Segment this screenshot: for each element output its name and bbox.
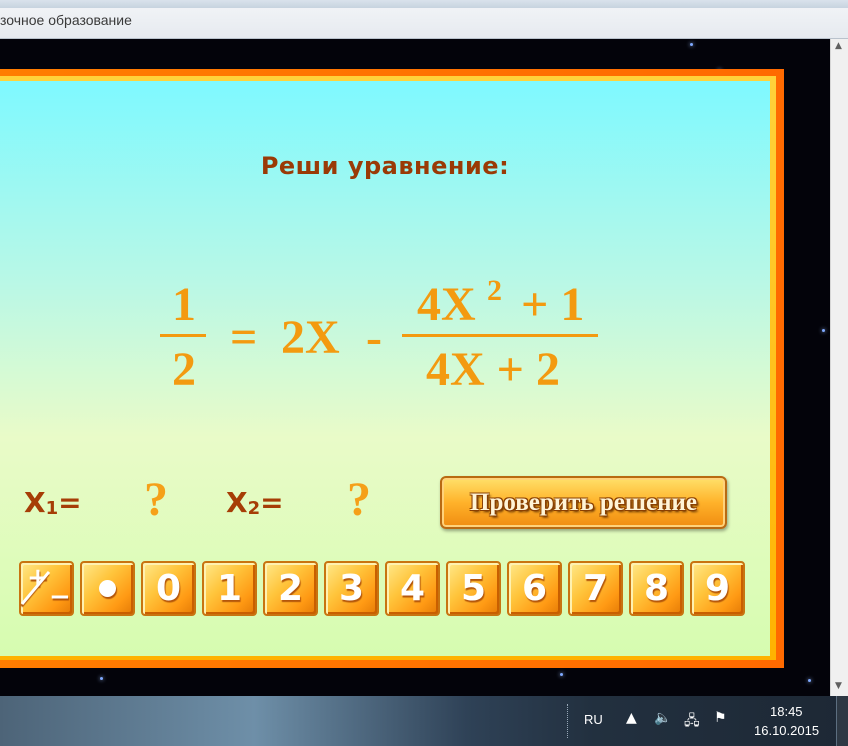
scroll-up-icon[interactable]: ▲ xyxy=(835,41,842,51)
rhs-fraction-bar xyxy=(402,334,598,337)
network-icon[interactable]: 🖧 xyxy=(684,710,700,734)
digit-label: 7 xyxy=(582,568,609,609)
digit-label: 1 xyxy=(216,568,243,609)
lhs-denominator: 2 xyxy=(172,343,196,396)
digit-key-1[interactable]: 1 xyxy=(202,561,257,616)
lhs-numerator: 1 xyxy=(172,278,196,331)
minus-sign: - xyxy=(366,311,382,364)
digit-label: 5 xyxy=(460,568,487,609)
x2-letter: X xyxy=(226,486,248,519)
digit-key-4[interactable]: 4 xyxy=(385,561,440,616)
x2-subscript: 2 xyxy=(247,498,261,519)
x2-label: X2= xyxy=(226,486,284,519)
star xyxy=(808,679,811,682)
language-indicator[interactable]: RU xyxy=(584,712,603,727)
digit-label: 3 xyxy=(338,568,365,609)
show-hidden-icons-icon[interactable]: ▲ xyxy=(626,710,637,726)
star xyxy=(690,43,693,46)
digit-label: 4 xyxy=(399,568,426,609)
rhs-exponent: 2 xyxy=(487,274,502,307)
clock-time[interactable]: 18:45 xyxy=(770,704,803,719)
star xyxy=(100,677,103,680)
x2-answer[interactable]: ? xyxy=(347,472,371,527)
rhs-denominator: 4X + 2 xyxy=(426,343,561,396)
lhs-fraction-bar xyxy=(160,334,206,337)
window-title: зочное образование xyxy=(0,12,132,28)
x1-equals: = xyxy=(58,486,82,519)
action-center-flag-icon[interactable]: ⚑ xyxy=(714,710,727,726)
digit-label: 0 xyxy=(155,568,182,609)
task-prompt: Реши уравнение: xyxy=(260,152,510,180)
digit-key-7[interactable]: 7 xyxy=(568,561,623,616)
x1-answer[interactable]: ? xyxy=(144,472,168,527)
digit-label: 8 xyxy=(643,568,670,609)
tab-bar-edge xyxy=(0,0,848,8)
rhs-numerator-rest: + 1 xyxy=(521,278,585,331)
digit-key-5[interactable]: 5 xyxy=(446,561,501,616)
x1-letter: X xyxy=(24,486,46,519)
check-solution-button[interactable]: Проверить решение xyxy=(440,476,727,529)
digit-label: 9 xyxy=(704,568,731,609)
volume-icon[interactable]: 🔈 xyxy=(654,710,671,726)
equals-sign: = xyxy=(230,311,258,364)
clock-date[interactable]: 16.10.2015 xyxy=(754,723,819,738)
digit-key-0[interactable]: 0 xyxy=(141,561,196,616)
term-2x: 2X xyxy=(281,311,340,364)
digit-key-8[interactable]: 8 xyxy=(629,561,684,616)
vertical-scrollbar[interactable]: ▲ ▼ xyxy=(830,39,848,696)
show-desktop-button[interactable] xyxy=(836,696,848,746)
plus-minus-key[interactable]: + − xyxy=(19,561,74,616)
rhs-numerator-base: 4X xyxy=(417,278,476,331)
taskbar: RU ▲ 🔈 🖧 ⚑ 18:45 16.10.2015 xyxy=(0,696,848,746)
taskbar-gripper[interactable] xyxy=(567,704,572,738)
window-title-bar: зочное образование xyxy=(0,0,848,39)
x2-equals: = xyxy=(260,486,284,519)
x1-subscript: 1 xyxy=(45,498,59,519)
digit-label: 6 xyxy=(521,568,548,609)
digit-key-6[interactable]: 6 xyxy=(507,561,562,616)
star xyxy=(560,673,563,676)
digit-key-3[interactable]: 3 xyxy=(324,561,379,616)
star xyxy=(822,329,825,332)
keypad: + − 0 1 2 3 4 5 6 7 8 9 xyxy=(19,561,749,616)
x1-label: X1= xyxy=(24,486,82,519)
scroll-down-icon[interactable]: ▼ xyxy=(835,681,842,691)
digit-key-9[interactable]: 9 xyxy=(690,561,745,616)
digit-key-2[interactable]: 2 xyxy=(263,561,318,616)
decimal-dot-icon xyxy=(99,580,116,597)
minus-glyph: − xyxy=(49,582,71,612)
digit-label: 2 xyxy=(277,568,304,609)
decimal-point-key[interactable] xyxy=(80,561,135,616)
